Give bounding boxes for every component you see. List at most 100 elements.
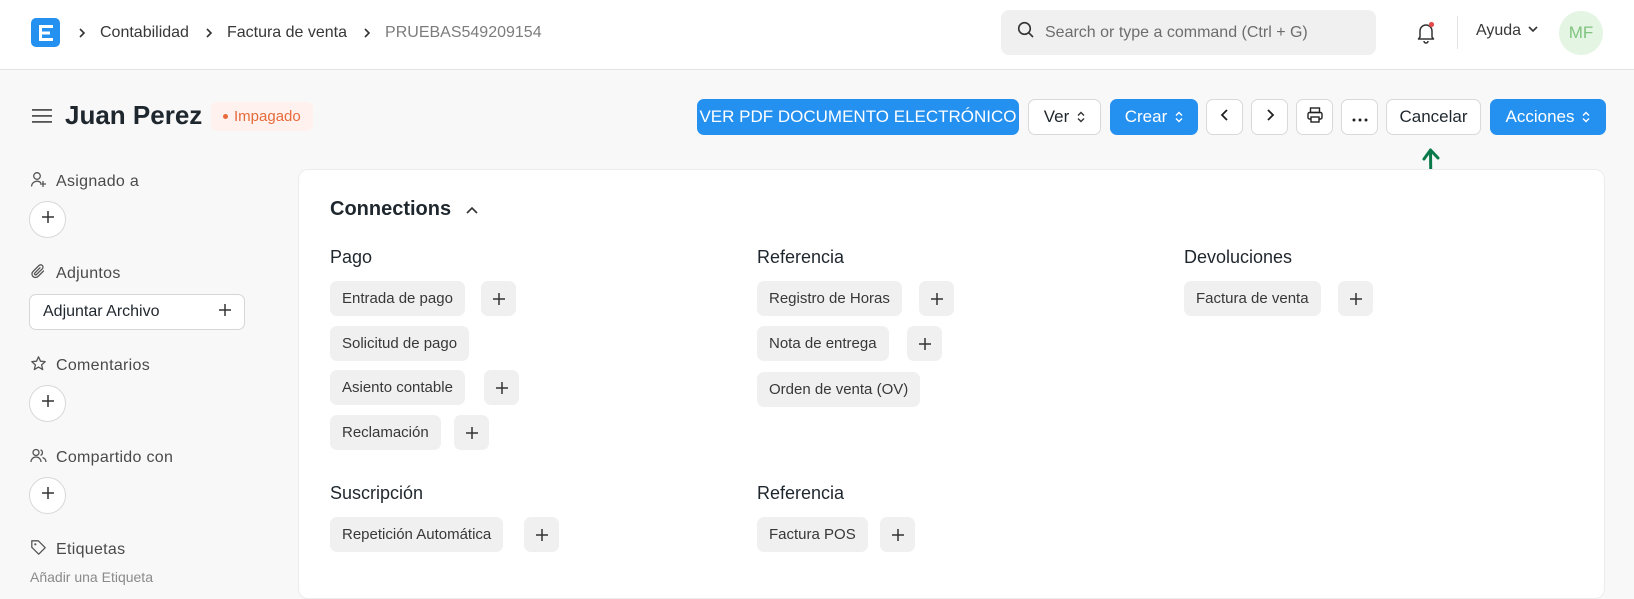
assigned-to-label: Asignado a (56, 173, 140, 190)
next-document-button[interactable] (1251, 99, 1288, 135)
shared-with-label: Compartido con (56, 449, 174, 466)
add-reclamacion-button[interactable] (454, 415, 489, 450)
status-dot (223, 114, 228, 119)
attachments-label: Adjuntos (56, 265, 121, 282)
group-title-suscripcion: Suscripción (330, 483, 424, 503)
attach-file-button[interactable]: Adjuntar Archivo (29, 294, 245, 330)
actions-menu-label: Acciones (1505, 107, 1575, 126)
plus-icon (930, 292, 943, 305)
user-avatar[interactable]: MF (1559, 11, 1603, 55)
users-icon (30, 447, 47, 469)
star-icon (30, 355, 47, 377)
breadcrumb-contabilidad[interactable]: Contabilidad (100, 24, 189, 42)
link-factura-de-venta[interactable]: Factura de venta (1184, 281, 1321, 316)
view-menu-label: Ver (1043, 107, 1070, 126)
plus-icon (918, 337, 931, 350)
connections-header[interactable]: Connections (330, 198, 479, 221)
add-comment-button[interactable] (29, 385, 66, 422)
printer-icon (1306, 106, 1324, 129)
attachments-section: Adjuntos (30, 263, 121, 285)
navbar-divider (1457, 16, 1458, 49)
add-share-button[interactable] (29, 477, 66, 514)
breadcrumb-factura-de-venta[interactable]: Factura de venta (227, 24, 347, 42)
view-menu-button[interactable]: Ver (1028, 99, 1101, 135)
breadcrumb-current-document[interactable]: PRUEBAS549209154 (385, 24, 542, 42)
attach-file-label: Adjuntar Archivo (43, 303, 160, 320)
plus-icon (41, 394, 55, 413)
tags-section: Etiquetas (30, 539, 125, 561)
top-navbar: Contabilidad Factura de venta PRUEBAS549… (0, 0, 1634, 70)
add-repeticion-automatica-button[interactable] (524, 517, 559, 552)
link-orden-de-venta[interactable]: Orden de venta (OV) (757, 372, 921, 407)
link-factura-pos[interactable]: Factura POS (757, 517, 868, 552)
previous-document-button[interactable] (1206, 99, 1243, 135)
link-solicitud-de-pago[interactable]: Solicitud de pago (330, 326, 470, 361)
plus-icon (891, 528, 904, 541)
create-menu-button[interactable]: Crear (1110, 99, 1198, 135)
actions-menu-button[interactable]: Acciones (1490, 99, 1606, 135)
select-arrows-icon (1077, 111, 1085, 123)
link-registro-de-horas[interactable]: Registro de Horas (757, 281, 902, 316)
add-factura-de-venta-button[interactable] (1338, 281, 1373, 316)
search-bar[interactable] (1001, 10, 1376, 55)
tag-icon (30, 539, 47, 561)
logo-e-icon (38, 24, 53, 41)
plus-icon (492, 292, 505, 305)
group-title-pago: Pago (330, 247, 373, 267)
plus-icon (465, 426, 478, 439)
search-input[interactable] (1045, 23, 1365, 42)
app-logo[interactable] (31, 18, 60, 47)
sidebar-toggle-icon[interactable] (31, 107, 53, 125)
notifications-bell-icon[interactable] (1414, 20, 1438, 44)
status-text: Impagado (234, 108, 301, 125)
add-nota-de-entrega-button[interactable] (907, 326, 942, 361)
plus-icon (495, 381, 508, 394)
status-badge: Impagado (211, 102, 313, 131)
link-asiento-contable[interactable]: Asiento contable (330, 370, 465, 405)
chevron-left-icon (1219, 107, 1231, 127)
chevron-right-icon (1264, 107, 1276, 127)
cancel-button[interactable]: Cancelar (1386, 99, 1481, 135)
print-button[interactable] (1296, 99, 1333, 135)
plus-icon (41, 486, 55, 505)
comments-section: Comentarios (30, 355, 150, 377)
add-assignee-button[interactable] (29, 201, 66, 238)
plus-icon (218, 303, 232, 322)
select-arrows-icon (1582, 111, 1590, 123)
add-registro-de-horas-button[interactable] (919, 281, 954, 316)
page-title: Juan Perez (65, 100, 203, 130)
chevron-up-icon (465, 198, 479, 221)
create-menu-label: Crear (1124, 107, 1168, 126)
plus-icon (1349, 292, 1362, 305)
link-reclamacion[interactable]: Reclamación (330, 415, 441, 450)
add-tag-link[interactable]: Añadir una Etiqueta (30, 569, 153, 585)
assigned-to-section: Asignado a (30, 171, 139, 193)
link-nota-de-entrega[interactable]: Nota de entrega (757, 326, 889, 361)
breadcrumb: Contabilidad Factura de venta PRUEBAS549… (76, 22, 556, 44)
group-title-devoluciones: Devoluciones (1184, 247, 1293, 267)
ellipsis-icon (1352, 107, 1368, 127)
help-dropdown[interactable]: Ayuda (1476, 22, 1539, 40)
chevron-down-icon (1527, 22, 1539, 40)
paperclip-icon (30, 263, 47, 285)
shared-with-section: Compartido con (30, 447, 173, 469)
chevron-right-icon (361, 27, 373, 39)
chevron-right-icon (203, 27, 215, 39)
link-entrada-de-pago[interactable]: Entrada de pago (330, 281, 465, 316)
help-label: Ayuda (1476, 22, 1522, 39)
user-add-icon (30, 171, 47, 193)
tags-label: Etiquetas (56, 541, 126, 558)
add-entrada-de-pago-button[interactable] (481, 281, 516, 316)
connections-title: Connections (330, 198, 452, 220)
more-options-button[interactable] (1341, 99, 1378, 135)
comments-label: Comentarios (56, 357, 151, 374)
chevron-right-icon (76, 27, 88, 39)
plus-icon (535, 528, 548, 541)
view-pdf-button[interactable]: VER PDF DOCUMENTO ELECTRÓNICO (697, 99, 1019, 135)
add-asiento-contable-button[interactable] (484, 370, 519, 405)
add-factura-pos-button[interactable] (880, 517, 915, 552)
link-repeticion-automatica[interactable]: Repetición Automática (330, 517, 504, 552)
select-arrows-icon (1175, 111, 1183, 123)
plus-icon (41, 210, 55, 229)
search-icon (1017, 21, 1035, 44)
